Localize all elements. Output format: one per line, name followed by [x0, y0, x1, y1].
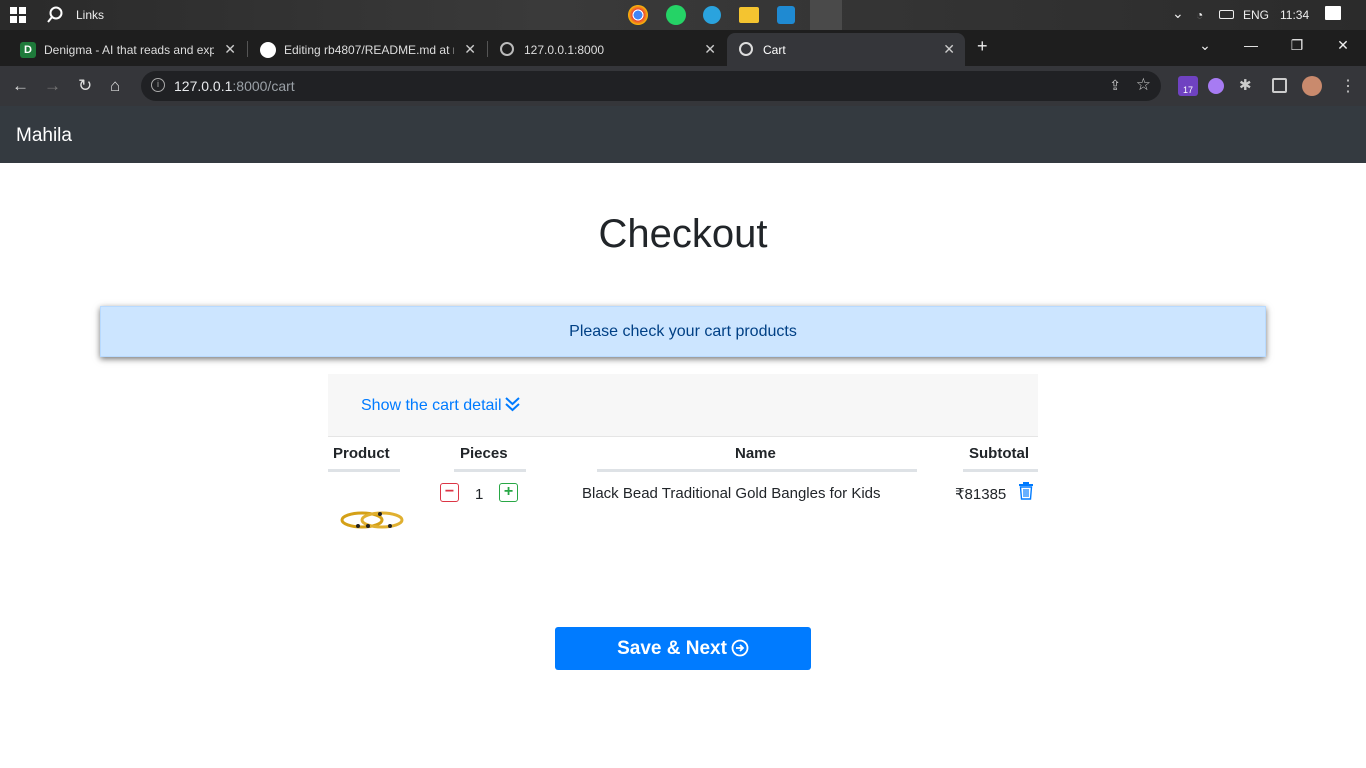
- notification-icon[interactable]: [1325, 6, 1341, 20]
- header-divider: [963, 469, 1038, 472]
- tab-title: Editing rb4807/README.md at m: [284, 43, 454, 57]
- site-navbar: Mahila: [0, 106, 1366, 163]
- close-window-button[interactable]: ✕: [1320, 30, 1366, 60]
- side-panel-icon[interactable]: [1272, 78, 1287, 93]
- header-divider: [328, 469, 400, 472]
- increase-quantity-button[interactable]: +: [499, 483, 518, 502]
- quantity-value: 1: [475, 486, 484, 503]
- tab-search-icon[interactable]: ⌄: [1182, 30, 1228, 60]
- cart-card-header: Show the cart detail: [328, 374, 1038, 437]
- puzzle-extensions-icon[interactable]: ✱: [1239, 76, 1259, 96]
- home-icon[interactable]: ⌂: [110, 76, 120, 96]
- reload-icon[interactable]: ↻: [78, 76, 92, 96]
- page-title: Checkout: [598, 212, 768, 256]
- chrome-app-icon[interactable]: [628, 5, 648, 25]
- file-explorer-app-icon[interactable]: [739, 7, 759, 23]
- product-name: Black Bead Traditional Gold Bangles for …: [582, 485, 881, 502]
- globe-icon: [500, 42, 514, 56]
- windows-start-icon[interactable]: [10, 7, 26, 23]
- vscode-app-icon[interactable]: [777, 6, 795, 24]
- telegram-app-icon[interactable]: [703, 6, 721, 24]
- header-name: Name: [735, 445, 776, 462]
- globe-icon: [739, 42, 753, 56]
- address-bar[interactable]: i 127.0.0.1:8000/cart ⇪ ☆: [141, 71, 1161, 101]
- tab-title: Denigma - AI that reads and exp: [44, 43, 214, 57]
- tab-title: 127.0.0.1:8000: [524, 43, 605, 57]
- brand-logo[interactable]: Mahila: [16, 125, 72, 147]
- close-tab-icon[interactable]: ✕: [224, 41, 236, 58]
- header-pieces: Pieces: [460, 445, 508, 462]
- extension-purple-icon[interactable]: [1208, 78, 1224, 94]
- url-text[interactable]: 127.0.0.1:8000/cart: [174, 78, 295, 94]
- chrome-active-app-icon[interactable]: [810, 0, 842, 30]
- clock[interactable]: 11:34: [1280, 8, 1309, 22]
- info-alert: Please check your cart products: [100, 306, 1266, 357]
- arrow-right-circle-icon: [731, 639, 749, 657]
- whatsapp-app-icon[interactable]: [666, 5, 686, 25]
- search-icon[interactable]: [46, 6, 64, 24]
- header-divider: [454, 469, 526, 472]
- share-icon[interactable]: ⇪: [1109, 77, 1121, 94]
- back-icon[interactable]: ←: [12, 76, 29, 96]
- menu-icon[interactable]: ⋮: [1340, 76, 1360, 96]
- gold-bangles-image: [340, 511, 404, 529]
- forward-icon[interactable]: →: [44, 76, 61, 96]
- taskbar-search-label[interactable]: Links: [76, 8, 104, 22]
- decrease-quantity-button[interactable]: −: [440, 483, 459, 502]
- new-tab-button[interactable]: +: [977, 36, 988, 57]
- close-tab-icon[interactable]: ✕: [943, 41, 955, 58]
- profile-avatar[interactable]: [1302, 76, 1322, 96]
- battery-icon[interactable]: [1219, 10, 1234, 19]
- cart-detail-toggle[interactable]: Show the cart detail: [361, 396, 520, 415]
- minimize-button[interactable]: —: [1228, 30, 1274, 60]
- wifi-icon[interactable]: ◔: [1196, 8, 1203, 22]
- row-subtotal: ₹81385: [955, 486, 1007, 503]
- cart-detail-toggle-label: Show the cart detail: [361, 397, 502, 414]
- extension-badge-icon[interactable]: 17: [1178, 76, 1198, 96]
- github-icon: [260, 42, 276, 58]
- double-chevron-down-icon: [504, 397, 520, 412]
- browser-tab-strip: D Denigma - AI that reads and exp ✕ Edit…: [0, 30, 1366, 66]
- close-tab-icon[interactable]: ✕: [704, 41, 716, 58]
- save-next-button[interactable]: Save & Next: [555, 627, 811, 670]
- bookmark-star-icon[interactable]: ☆: [1136, 75, 1151, 95]
- tab-github[interactable]: Editing rb4807/README.md at m ✕: [248, 33, 486, 66]
- header-product: Product: [333, 445, 390, 462]
- save-next-label: Save & Next: [617, 638, 727, 659]
- site-info-icon[interactable]: i: [151, 78, 165, 92]
- header-subtotal: Subtotal: [969, 445, 1029, 462]
- browser-toolbar: ← → ↻ ⌂ i 127.0.0.1:8000/cart ⇪ ☆ 17 ✱ ⋮: [0, 66, 1366, 106]
- tray-chevron-icon[interactable]: ⌄: [1172, 5, 1184, 22]
- windows-taskbar: Links ⌄ ◔ ENG 11:34: [0, 0, 1366, 30]
- tab-cart[interactable]: Cart ✕: [727, 33, 965, 66]
- tab-localhost[interactable]: 127.0.0.1:8000 ✕: [488, 33, 726, 66]
- denigma-icon: D: [20, 42, 36, 58]
- tab-title: Cart: [763, 43, 786, 57]
- restore-button[interactable]: ❐: [1274, 30, 1320, 60]
- trash-icon[interactable]: [1018, 482, 1034, 500]
- language-indicator[interactable]: ENG: [1243, 8, 1269, 22]
- tab-denigma[interactable]: D Denigma - AI that reads and exp ✕: [8, 33, 246, 66]
- header-divider: [597, 469, 917, 472]
- close-tab-icon[interactable]: ✕: [464, 41, 476, 58]
